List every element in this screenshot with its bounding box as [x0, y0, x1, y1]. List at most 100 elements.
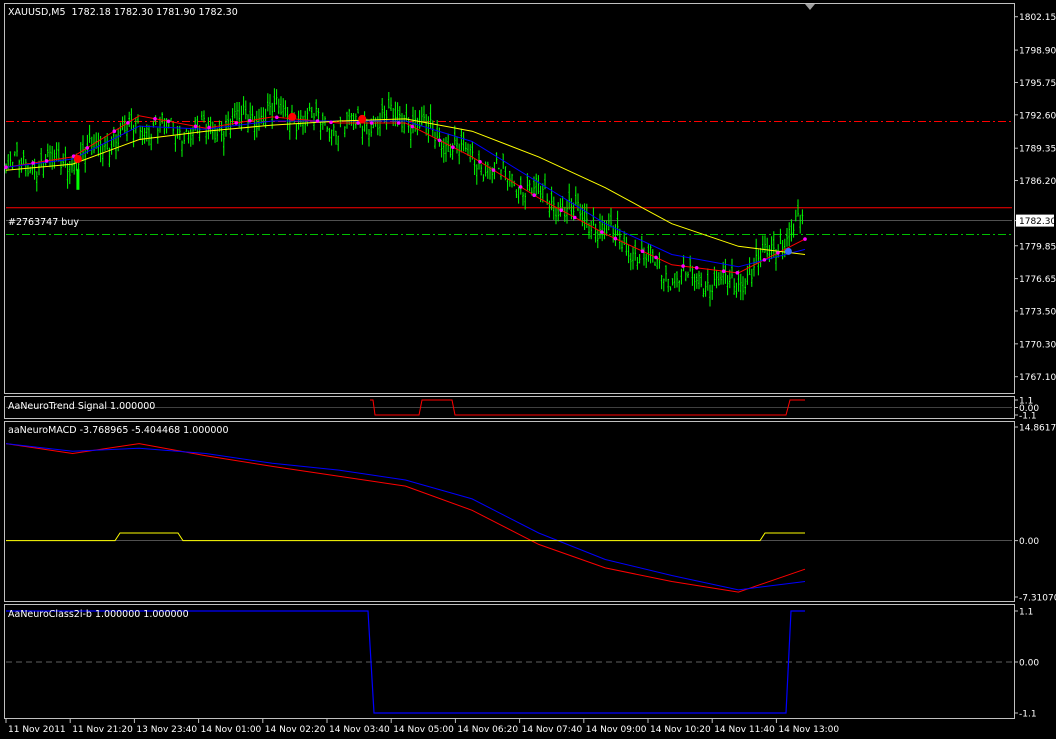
price-bar — [440, 139, 443, 158]
price-bar — [515, 189, 518, 198]
price-bar — [759, 247, 762, 268]
price-bar — [619, 228, 621, 250]
blue-signal-dot[interactable] — [784, 247, 792, 255]
chart-canvas[interactable]: 1802.15 1798.90 1795.75 1792.60 1789.35 1786.… — [0, 0, 1056, 739]
price-bar — [594, 223, 597, 243]
price-bar — [357, 106, 359, 114]
class-chart[interactable] — [6, 610, 1012, 714]
price-bar — [95, 132, 97, 149]
price-bar — [638, 254, 641, 264]
price-bar — [418, 110, 421, 129]
price-bar — [172, 122, 174, 136]
signal-dot — [573, 215, 577, 220]
price-tick-label: 1798.90 — [1019, 47, 1056, 57]
price-bar — [495, 152, 498, 164]
price-bar — [482, 174, 485, 182]
signal-dot — [518, 185, 523, 189]
price-bar — [667, 278, 669, 293]
price-bar — [715, 270, 718, 289]
price-bar — [713, 266, 716, 286]
price-bar — [66, 163, 69, 189]
price-bar — [40, 148, 42, 167]
price-bar — [192, 126, 194, 145]
price-bar — [423, 105, 425, 123]
price-bar — [60, 159, 62, 175]
price-bar — [139, 125, 141, 141]
price-bar — [768, 245, 771, 262]
price-bar — [337, 135, 339, 152]
signal-dot — [654, 255, 658, 260]
price-bar — [627, 244, 630, 264]
price-bar — [647, 243, 650, 262]
trade-signal-dot[interactable] — [288, 112, 297, 121]
price-bar — [458, 143, 460, 165]
price-bar — [344, 126, 346, 138]
price-bar — [704, 281, 707, 297]
price-bar — [308, 102, 311, 112]
signal-dot — [248, 118, 252, 123]
main-price-chart[interactable] — [4, 88, 1012, 307]
price-bar — [460, 128, 463, 153]
price-bar — [669, 286, 672, 291]
price-bar — [25, 159, 27, 177]
price-bar — [445, 137, 447, 162]
time-tick-label: 14 Nov 06:20 — [457, 725, 518, 735]
price-bar — [522, 192, 524, 206]
price-bar — [605, 220, 608, 236]
class-panel-frame[interactable] — [4, 604, 1015, 719]
price-bar — [691, 265, 694, 286]
trend-tick-label: -1.1 — [1019, 412, 1037, 422]
macd-chart[interactable] — [5, 443, 1012, 593]
price-bar — [128, 111, 130, 127]
price-bar — [630, 252, 632, 271]
price-bar — [247, 114, 249, 133]
main-panel-frame[interactable] — [4, 3, 1015, 394]
price-bar — [205, 123, 207, 145]
trend-signal-chart[interactable] — [6, 399, 1012, 416]
macd-panel-frame[interactable] — [4, 421, 1015, 602]
price-bar — [674, 273, 676, 289]
price-bar — [267, 93, 269, 112]
price-bar — [251, 105, 254, 122]
price-bar — [157, 127, 159, 144]
price-bar — [632, 247, 634, 270]
price-bar — [377, 116, 379, 136]
price-bar — [223, 131, 225, 156]
price-bar — [185, 128, 188, 133]
price-bar — [682, 255, 685, 272]
signal-dot — [85, 146, 90, 150]
symbol-header: XAUUSD,M5 1782.18 1782.30 1781.90 1782.3… — [8, 7, 238, 18]
price-bar — [462, 131, 465, 152]
trade-signal-dot[interactable] — [73, 155, 82, 163]
price-bar — [792, 223, 795, 238]
chart-shift-marker-icon[interactable] — [805, 4, 815, 10]
price-bar — [711, 284, 713, 300]
price-bar — [368, 129, 370, 147]
price-tick-label: 1776.65 — [1019, 275, 1056, 285]
price-bar — [693, 273, 696, 291]
order-label[interactable]: #2763747 buy — [8, 217, 79, 228]
price-tick-label: 1773.50 — [1019, 307, 1056, 317]
price-bar — [282, 98, 284, 118]
price-bar — [300, 110, 302, 127]
price-bar — [328, 127, 331, 142]
price-bar — [590, 221, 592, 240]
price-bar — [509, 170, 511, 187]
price-bar — [390, 97, 392, 111]
price-bar — [720, 270, 722, 285]
class-tick-label: 1.1 — [1019, 608, 1033, 618]
price-bar — [487, 161, 489, 179]
price-bar — [14, 151, 16, 157]
price-bar — [429, 104, 432, 129]
class-tick-label: 0.00 — [1019, 659, 1039, 669]
price-bar — [121, 116, 124, 131]
trade-signal-dot[interactable] — [358, 114, 367, 123]
price-bar — [709, 284, 711, 307]
price-bar — [258, 108, 260, 131]
price-bar — [740, 273, 742, 301]
price-bar — [190, 127, 192, 147]
price-bar — [295, 124, 298, 140]
price-bar — [702, 288, 705, 298]
price-bar — [234, 103, 236, 119]
price-bar — [319, 121, 322, 140]
